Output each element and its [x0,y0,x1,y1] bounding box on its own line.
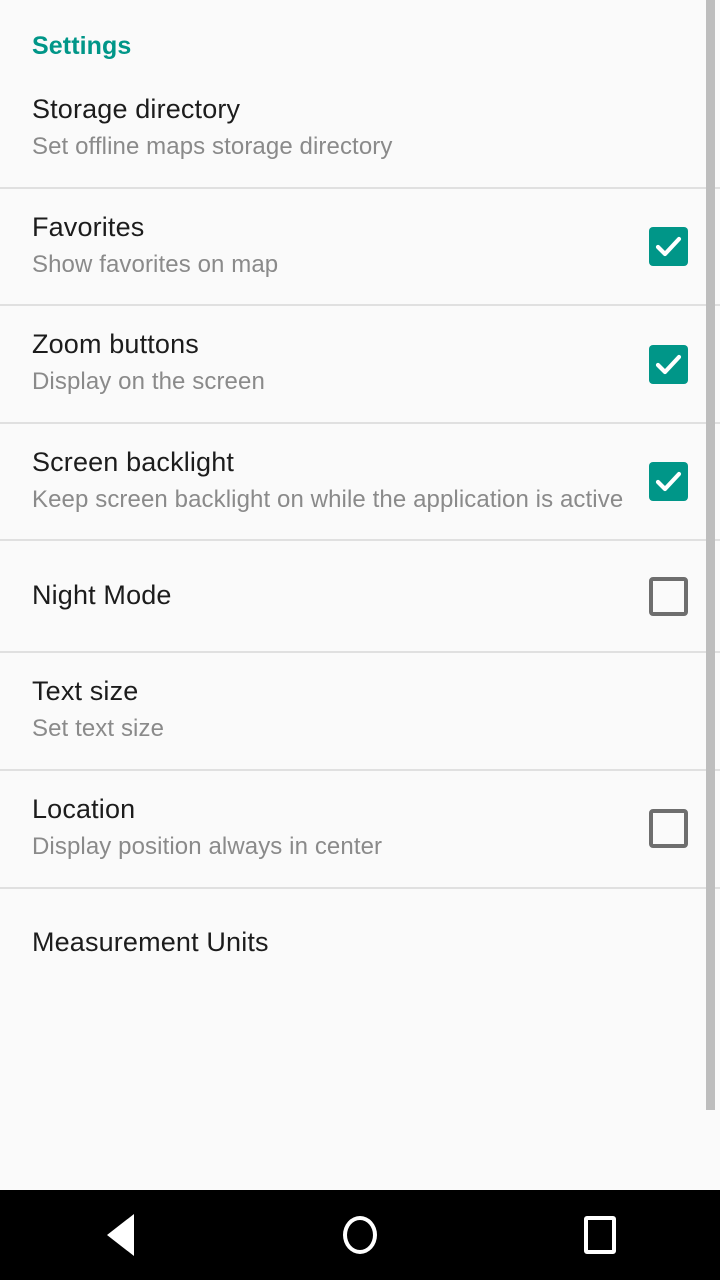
nav-home-button[interactable] [300,1190,420,1280]
preference-text: Favorites Show favorites on map [32,189,626,305]
preference-row-favorites[interactable]: Favorites Show favorites on map [0,188,720,305]
checkbox-location[interactable] [649,809,688,849]
checkbox-screen-backlight[interactable] [649,462,688,502]
preference-text: Measurement Units [32,904,688,983]
settings-list[interactable]: Settings Storage directory Set offline m… [0,0,720,1190]
preference-summary: Set text size [32,715,165,743]
preference-row-storage-directory[interactable]: Storage directory Set offline maps stora… [0,71,720,187]
preference-title: Text size [32,676,139,707]
preference-widget-slot [626,226,688,266]
preference-text: Location Display position always in cent… [32,771,626,887]
preference-summary: Display on the screen [32,368,265,396]
preference-row-measurement-units[interactable]: Measurement Units [0,888,720,999]
recents-square-icon [584,1216,616,1254]
preference-widget-slot [626,809,688,849]
check-icon [655,354,682,374]
preference-text: Screen backlight Keep screen backlight o… [32,424,626,540]
preference-row-night-mode[interactable]: Night Mode [0,541,720,652]
checkbox-night-mode[interactable] [649,576,688,616]
preference-row-location[interactable]: Location Display position always in cent… [0,771,720,887]
preference-summary: Show favorites on map [32,250,279,278]
scrollbar-track[interactable] [706,0,720,1190]
preference-text: Text size Set text size [32,653,688,769]
preference-row-zoom-buttons[interactable]: Zoom buttons Display on the screen [0,306,720,422]
preference-row-text-size[interactable]: Text size Set text size [0,653,720,770]
checkbox-favorites[interactable] [649,226,688,266]
preference-row-screen-backlight[interactable]: Screen backlight Keep screen backlight o… [0,423,720,540]
check-icon [655,472,682,492]
check-icon [655,236,682,257]
preference-text: Night Mode [32,557,626,636]
settings-screen: Settings Storage directory Set offline m… [0,0,720,1280]
preference-title: Night Mode [32,579,172,610]
preference-title: Favorites [32,211,145,242]
scrollbar-thumb[interactable] [706,0,715,1110]
section-header-settings: Settings [32,32,132,60]
back-triangle-icon [106,1214,134,1256]
preference-summary: Set offline maps storage directory [32,132,393,160]
home-circle-icon [343,1216,377,1254]
preference-title: Storage directory [32,94,241,124]
preference-widget-slot [626,462,688,502]
preference-widget-slot [626,576,688,616]
preference-widget-slot [626,344,688,384]
preference-title: Zoom buttons [32,329,199,360]
android-navigation-bar [0,1190,720,1280]
preference-summary: Keep screen backlight on while the appli… [32,485,624,513]
preference-title: Screen backlight [32,446,235,477]
preference-text: Storage directory Set offline maps stora… [32,71,688,187]
preference-summary: Display position always in center [32,832,383,860]
nav-back-button[interactable] [60,1190,180,1280]
preference-text: Zoom buttons Display on the screen [32,306,626,422]
nav-recents-button[interactable] [540,1190,660,1280]
preference-title: Location [32,794,136,825]
preference-title: Measurement Units [32,927,269,958]
checkbox-zoom-buttons[interactable] [649,344,688,384]
